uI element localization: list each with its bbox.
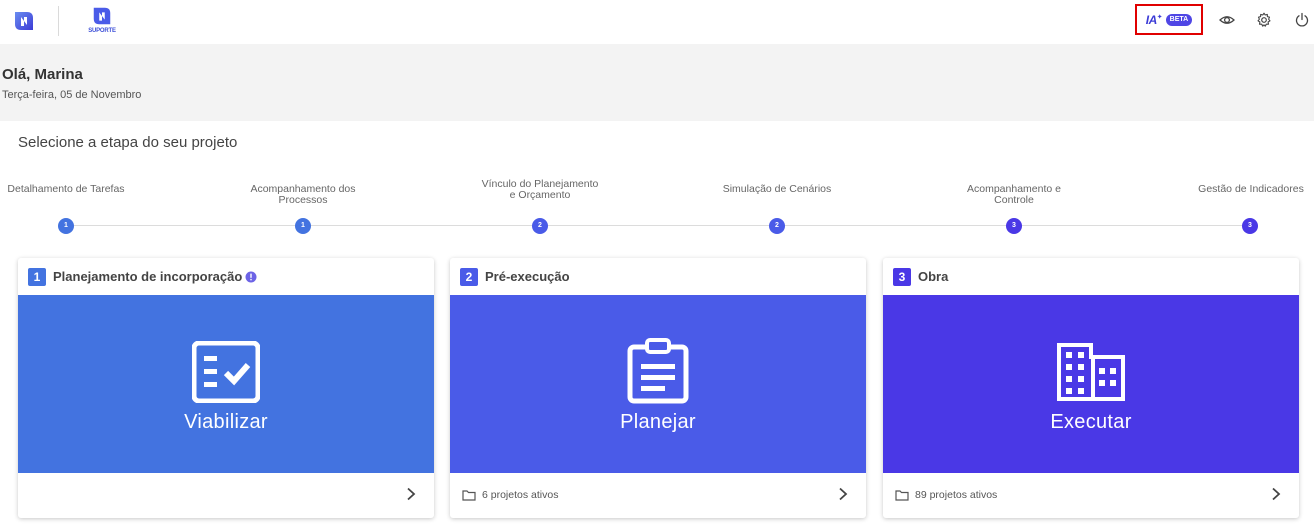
timeline-line — [66, 225, 1250, 226]
header-divider — [58, 6, 59, 36]
card-number: 1 — [28, 267, 46, 286]
building-icon — [1057, 343, 1125, 401]
step-dot: 1 — [58, 218, 74, 234]
step-dot: 1 — [295, 218, 311, 234]
greeting-date: Terça-feira, 05 de Novembro — [2, 89, 142, 101]
chevron-right-icon[interactable] — [405, 487, 417, 501]
card-action-label: Planejar — [620, 411, 696, 433]
card-title: Obra — [918, 269, 949, 284]
ia-beta-button[interactable]: IA ✦ BETA — [1135, 4, 1203, 35]
step-label: Gestão de Indicadores — [1198, 183, 1304, 195]
stage-card-executar[interactable]: 3 Obra Executar 89 projetos ativos — [883, 258, 1299, 518]
card-banner[interactable]: Viabilizar — [18, 295, 434, 473]
sparkle-icon: ✦ — [1156, 13, 1163, 21]
step-label: Acompanhamento dos Processos — [250, 183, 356, 206]
card-banner[interactable]: Planejar — [450, 295, 866, 473]
folder-icon — [895, 490, 909, 501]
support-logo-icon — [93, 7, 111, 25]
power-icon[interactable] — [1294, 12, 1310, 28]
card-number: 3 — [893, 267, 911, 286]
stage-select-title: Selecione a etapa do seu projeto — [18, 134, 238, 151]
beta-badge: BETA — [1165, 13, 1193, 26]
card-footer[interactable]: 6 projetos ativos — [450, 473, 866, 518]
brand-logo-icon[interactable] — [12, 9, 36, 33]
ia-label: IA — [1145, 12, 1158, 27]
step-label: Acompanhamento e Controle — [967, 183, 1061, 206]
chevron-right-icon[interactable] — [1270, 487, 1282, 501]
greeting-title: Olá, Marina — [2, 66, 83, 83]
card-banner[interactable]: Executar — [883, 295, 1299, 473]
eye-icon[interactable] — [1219, 12, 1235, 28]
card-header: 1 Planejamento de incorporação — [18, 258, 434, 295]
active-projects-text: 89 projetos ativos — [915, 489, 998, 501]
checklist-icon — [192, 341, 260, 403]
card-title: Pré-execução — [485, 269, 570, 284]
project-stage-panel: Selecione a etapa do seu projeto Detalha… — [0, 121, 1314, 527]
step-dot: 2 — [532, 218, 548, 234]
step-dot: 3 — [1242, 218, 1258, 234]
stage-card-planejar[interactable]: 2 Pré-execução Planejar 6 projetos ativo… — [450, 258, 866, 518]
info-icon[interactable] — [245, 271, 257, 283]
card-footer[interactable]: 89 projetos ativos — [883, 473, 1299, 518]
stage-card-viabilizar[interactable]: 1 Planejamento de incorporação Viabiliza… — [18, 258, 434, 518]
card-title: Planejamento de incorporação — [53, 269, 243, 284]
step-label: Vínculo do Planejamento e Orçamento — [481, 178, 599, 201]
step-label: Detalhamento de Tarefas — [7, 183, 125, 195]
card-header: 2 Pré-execução — [450, 258, 866, 295]
card-header: 3 Obra — [883, 258, 1299, 295]
card-action-label: Viabilizar — [184, 411, 268, 433]
card-number: 2 — [460, 267, 478, 286]
folder-icon — [462, 490, 476, 501]
card-footer[interactable] — [18, 473, 434, 518]
step-label: Simulação de Cenários — [722, 183, 832, 195]
step-dot: 2 — [769, 218, 785, 234]
step-dot: 3 — [1006, 218, 1022, 234]
clipboard-icon — [627, 338, 689, 404]
top-bar: SUPORTE IA ✦ BETA — [0, 0, 1314, 44]
support-logo[interactable]: SUPORTE — [88, 5, 116, 39]
gear-icon[interactable] — [1256, 12, 1272, 28]
active-projects-text: 6 projetos ativos — [482, 489, 559, 501]
card-action-label: Executar — [1050, 411, 1132, 433]
support-logo-text: SUPORTE — [88, 28, 116, 34]
chevron-right-icon[interactable] — [837, 487, 849, 501]
